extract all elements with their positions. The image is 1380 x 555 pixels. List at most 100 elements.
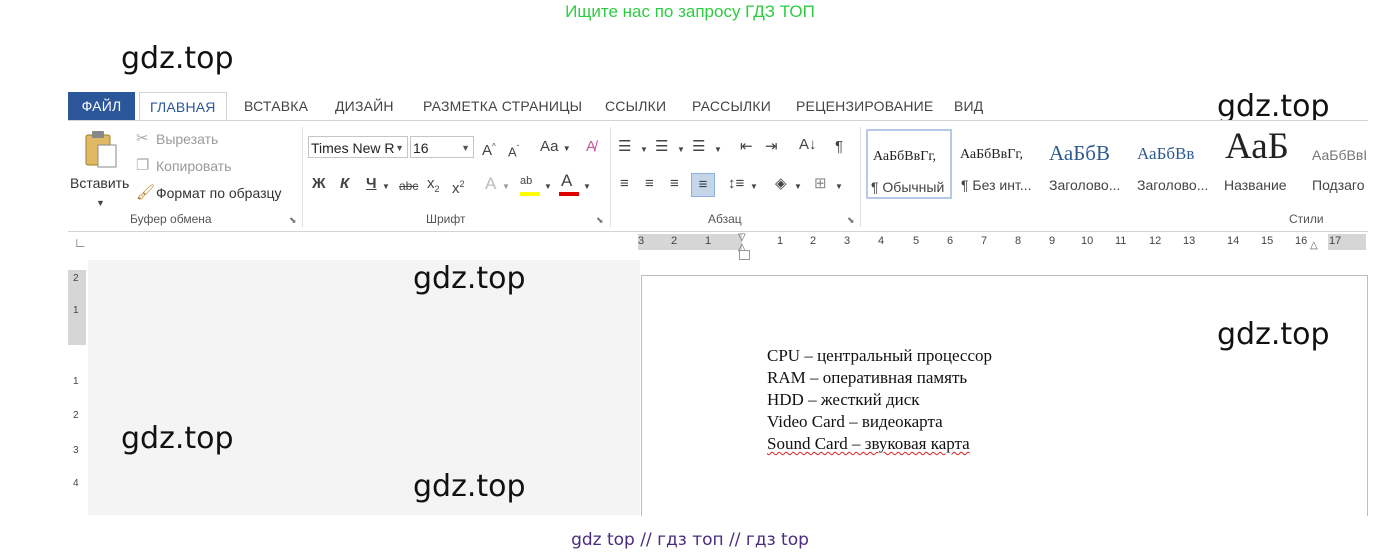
- tab-file[interactable]: ФАЙЛ: [68, 92, 135, 120]
- chevron-down-icon[interactable]: ▼: [714, 142, 722, 158]
- watermark: gdz.top: [1217, 317, 1330, 352]
- tab-layout[interactable]: РАЗМЕТКА СТРАНИЦЫ: [423, 92, 582, 120]
- strikethrough-button[interactable]: abc: [399, 178, 418, 194]
- multilevel-list-icon[interactable]: ☰: [692, 139, 705, 155]
- tab-home[interactable]: ГЛАВНАЯ: [139, 92, 227, 121]
- ruler-tick: 14: [1227, 235, 1240, 247]
- clear-formatting-icon[interactable]: A̸: [586, 139, 596, 155]
- paste-button[interactable]: Вставить ▼: [70, 127, 130, 208]
- align-center-icon[interactable]: ≡: [645, 176, 654, 192]
- font-color-swatch: [559, 192, 579, 196]
- tab-mailings[interactable]: РАССЫЛКИ: [692, 92, 771, 120]
- group-label-font: Шрифт: [426, 212, 466, 226]
- dialog-launcher-icon[interactable]: ⬊: [596, 215, 604, 226]
- font-family-select[interactable]: Times New R ▼: [308, 136, 408, 158]
- horizontal-ruler[interactable]: 3 2 1 1 2 3 4 5 6 7 8 9 10 11 12 13 14 1…: [638, 232, 1366, 253]
- style-heading-1[interactable]: АаБбВ Заголово...: [1044, 129, 1130, 199]
- document-line[interactable]: Sound Card – звуковая карта: [767, 434, 970, 454]
- chevron-down-icon[interactable]: ▼: [544, 179, 552, 195]
- ribbon-tabs: ФАЙЛ ГЛАВНАЯ ВСТАВКА ДИЗАЙН РАЗМЕТКА СТР…: [68, 92, 1368, 121]
- style-no-spacing[interactable]: АаБбВвГг, ¶ Без инт...: [956, 129, 1042, 199]
- align-left-icon[interactable]: ≡: [620, 176, 629, 192]
- style-title[interactable]: АаБ Название: [1220, 126, 1306, 199]
- document-line[interactable]: Video Card – видеокарта: [767, 412, 943, 432]
- line-spacing-icon[interactable]: ↕≡: [728, 176, 744, 192]
- increase-indent-icon[interactable]: ⇥: [765, 139, 778, 155]
- bold-button[interactable]: Ж: [312, 176, 326, 192]
- chevron-down-icon[interactable]: ▼: [677, 142, 685, 158]
- chevron-down-icon[interactable]: ▼: [96, 195, 105, 211]
- group-label-clipboard: Буфер обмена: [130, 212, 212, 226]
- underline-button[interactable]: Ч: [366, 176, 377, 192]
- tab-view[interactable]: ВИД: [954, 92, 983, 120]
- style-sample: АаБбВ: [1049, 141, 1110, 165]
- bottom-banner: gdz top // гдз топ // гдз top: [571, 530, 809, 550]
- numbering-icon[interactable]: ☰: [655, 139, 668, 155]
- bullets-icon[interactable]: ☰: [618, 139, 631, 155]
- tab-design[interactable]: ДИЗАЙН: [335, 92, 394, 120]
- chevron-down-icon[interactable]: ▼: [835, 179, 843, 195]
- grow-font-icon[interactable]: A^: [482, 139, 496, 159]
- chevron-down-icon: ▼: [395, 143, 404, 153]
- font-size-select[interactable]: 16 ▼: [410, 136, 474, 158]
- ruler-tick: 1: [73, 305, 79, 316]
- group-label-styles: Стили: [1289, 212, 1324, 226]
- style-name: Заголово...: [1049, 177, 1121, 193]
- style-heading-2[interactable]: АаБбВв Заголово...: [1132, 129, 1218, 199]
- style-name: ¶ Обычный: [871, 179, 945, 195]
- right-indent-marker[interactable]: △: [1310, 240, 1318, 251]
- tab-insert[interactable]: ВСТАВКА: [244, 92, 308, 120]
- change-case-button[interactable]: Аа ▼: [540, 139, 571, 157]
- align-right-icon[interactable]: ≡: [670, 176, 679, 192]
- vertical-ruler[interactable]: 2 1 1 2 3 4: [68, 270, 86, 515]
- shrink-font-icon[interactable]: Aˇ: [508, 141, 519, 160]
- chevron-down-icon[interactable]: ▼: [750, 179, 758, 195]
- tab-references[interactable]: ССЫЛКИ: [605, 92, 666, 120]
- justify-icon[interactable]: ≡: [691, 173, 715, 197]
- pilcrow-icon[interactable]: ¶: [835, 139, 843, 155]
- chevron-down-icon[interactable]: ▼: [794, 179, 802, 195]
- ruler-tick: 13: [1183, 235, 1196, 247]
- chevron-down-icon[interactable]: ▼: [382, 179, 390, 195]
- style-name: Подзаго: [1312, 177, 1365, 193]
- cut-button[interactable]: Вырезать: [156, 131, 218, 147]
- watermark: gdz.top: [121, 41, 234, 76]
- superscript-icon[interactable]: x2: [452, 176, 465, 197]
- font-size-value: 16: [413, 140, 429, 156]
- scissors-icon: ✂: [136, 130, 149, 147]
- font-color-icon[interactable]: A: [561, 172, 572, 189]
- format-painter-button[interactable]: Формат по образцу: [156, 185, 282, 201]
- style-normal[interactable]: АаБбВвГг, ¶ Обычный: [866, 129, 952, 199]
- highlight-icon[interactable]: ab: [520, 173, 532, 189]
- document-line[interactable]: RAM – оперативная память: [767, 368, 967, 388]
- ruler-tick: 11: [1115, 235, 1127, 247]
- ruler-tick: 2: [73, 273, 79, 284]
- tab-review[interactable]: РЕЦЕНЗИРОВАНИЕ: [796, 92, 933, 120]
- chevron-down-icon[interactable]: ▼: [583, 179, 591, 195]
- watermark: gdz.top: [1217, 89, 1330, 124]
- chevron-down-icon[interactable]: ▼: [640, 142, 648, 158]
- ruler-tick: 5: [913, 235, 920, 247]
- sort-icon[interactable]: A↓: [799, 137, 817, 153]
- left-indent-marker[interactable]: [739, 250, 750, 260]
- chevron-down-icon[interactable]: ▼: [502, 179, 510, 195]
- decrease-indent-icon[interactable]: ⇤: [740, 139, 753, 155]
- ruler-tick: 1: [73, 376, 79, 387]
- style-subtitle[interactable]: АаБбВвІ Подзаго: [1308, 129, 1366, 199]
- dialog-launcher-icon[interactable]: ⬊: [847, 215, 855, 226]
- copy-button[interactable]: Копировать: [156, 158, 231, 174]
- dialog-launcher-icon[interactable]: ⬊: [289, 215, 297, 226]
- document-line[interactable]: CPU – центральный процессор: [767, 346, 992, 366]
- subscript-icon[interactable]: x2: [427, 176, 440, 197]
- document-page[interactable]: CPU – центральный процессор RAM – операт…: [641, 275, 1368, 516]
- tab-selector[interactable]: ∟: [68, 232, 88, 256]
- spelling-error[interactable]: Sound Card – звуковая карта: [767, 434, 970, 453]
- text-effects-icon[interactable]: A: [485, 175, 496, 192]
- italic-button[interactable]: К: [340, 176, 349, 192]
- style-sample: АаБбВвГг,: [873, 149, 937, 164]
- shading-icon[interactable]: ◈: [775, 176, 787, 192]
- borders-icon[interactable]: ⊞: [814, 176, 827, 192]
- style-sample: АаБбВвГг,: [960, 147, 1024, 162]
- document-line[interactable]: HDD – жесткий диск: [767, 390, 920, 410]
- group-label-paragraph: Абзац: [708, 212, 742, 226]
